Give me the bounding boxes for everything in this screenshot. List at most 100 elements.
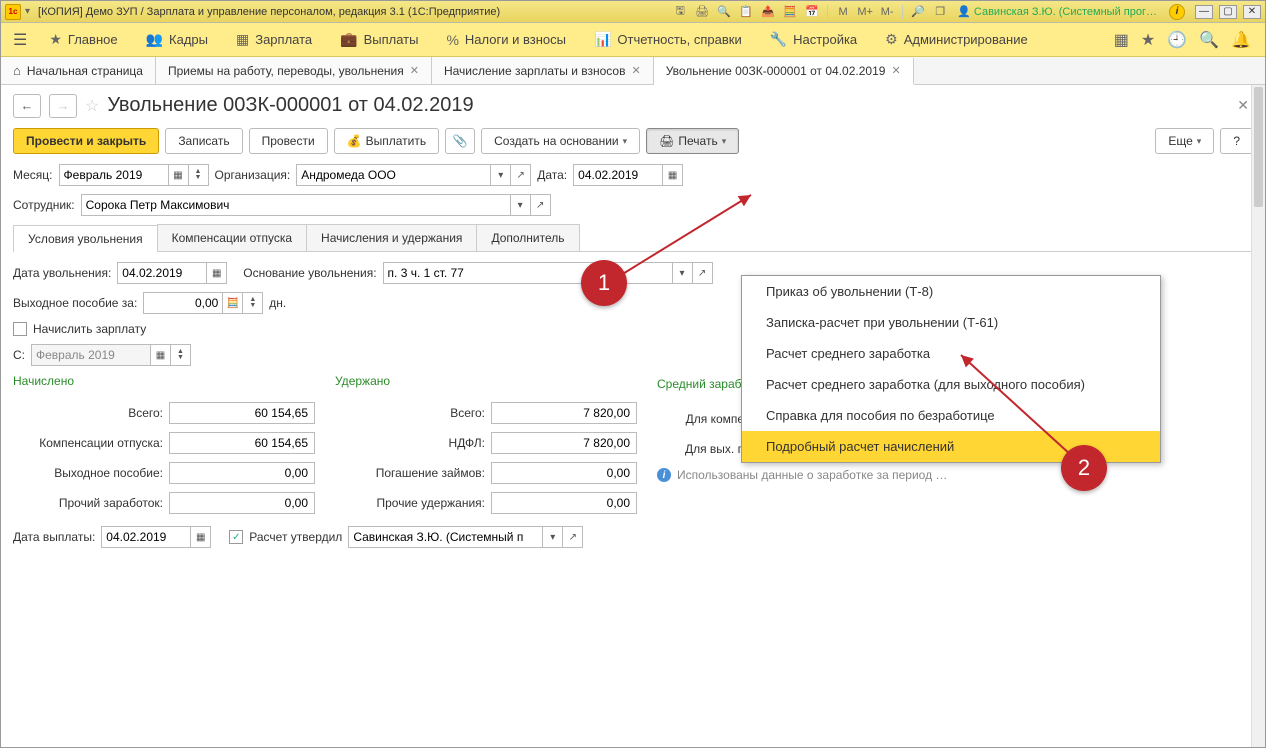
attach-button[interactable]: 📎 xyxy=(445,128,475,154)
calculator-icon[interactable]: 🧮 xyxy=(223,292,243,314)
apps-icon[interactable]: ▦ xyxy=(1114,30,1129,50)
employee-field[interactable]: Сорока Петр Максимович xyxy=(81,194,511,216)
history-icon[interactable]: 🕘 xyxy=(1167,30,1187,50)
calendar-icon[interactable]: 📅 xyxy=(803,3,821,21)
post-and-close-button[interactable]: Провести и закрыть xyxy=(13,128,159,154)
help-button[interactable]: ? xyxy=(1220,128,1253,154)
inner-tab-additional[interactable]: Дополнитель xyxy=(476,224,579,251)
maximize-button[interactable]: ▢ xyxy=(1219,5,1237,19)
nav-salary[interactable]: ▦Зарплата xyxy=(224,23,324,56)
print-menu-avg[interactable]: Расчет среднего заработка xyxy=(742,338,1160,369)
pay-button[interactable]: 💰Выплатить xyxy=(334,128,439,154)
minimize-button[interactable]: — xyxy=(1195,5,1213,19)
nav-payments[interactable]: 💼Выплаты xyxy=(328,23,430,56)
dropdown-icon[interactable]: ▾ xyxy=(511,194,531,216)
withheld-loan-label: Погашение займов: xyxy=(335,466,485,480)
tab-transfers[interactable]: Приемы на работу, переводы, увольнения✕ xyxy=(156,57,432,84)
close-icon[interactable]: ✕ xyxy=(631,64,640,77)
nav-reports[interactable]: 📊Отчетность, справки xyxy=(582,23,754,56)
dropdown-icon[interactable]: ▾ xyxy=(491,164,511,186)
inner-tab-accruals[interactable]: Начисления и удержания xyxy=(306,224,477,251)
accrue-salary-checkbox[interactable] xyxy=(13,322,27,336)
calendar-icon[interactable]: ▦ xyxy=(151,344,171,366)
nav-label: Зарплата xyxy=(255,32,312,47)
spinner-icon[interactable]: ▲▼ xyxy=(189,164,209,186)
withheld-loan-value[interactable]: 0,00 xyxy=(491,462,637,484)
menu-icon[interactable]: ☰ xyxy=(7,30,33,50)
inner-tab-compensation[interactable]: Компенсации отпуска xyxy=(157,224,307,251)
favorite-icon[interactable]: ★ xyxy=(1141,30,1155,50)
nav-taxes[interactable]: %Налоги и взносы xyxy=(434,23,578,56)
date-field[interactable]: 04.02.2019 xyxy=(573,164,663,186)
inner-tab-conditions[interactable]: Условия увольнения xyxy=(13,225,158,252)
m-plus-icon[interactable]: M+ xyxy=(856,3,874,21)
calendar-icon[interactable]: ▦ xyxy=(207,262,227,284)
create-from-button[interactable]: Создать на основании▾ xyxy=(481,128,640,154)
accrued-other-value[interactable]: 0,00 xyxy=(169,492,315,514)
close-icon[interactable]: ✕ xyxy=(891,64,900,77)
nav-main[interactable]: ★Главное xyxy=(37,23,129,56)
post-button[interactable]: Провести xyxy=(249,128,328,154)
print-menu-t61[interactable]: Записка-расчет при увольнении (Т-61) xyxy=(742,307,1160,338)
withheld-ndfl-value[interactable]: 7 820,00 xyxy=(491,432,637,454)
tab-home[interactable]: ⌂Начальная страница xyxy=(1,57,156,84)
severance-days-field[interactable]: 0,00 xyxy=(143,292,223,314)
basis-field[interactable]: п. 3 ч. 1 ст. 77 xyxy=(383,262,673,284)
accrued-comp-value[interactable]: 60 154,65 xyxy=(169,432,315,454)
approved-checkbox[interactable]: ✓ xyxy=(229,530,243,544)
tab-payroll[interactable]: Начисление зарплаты и взносов✕ xyxy=(432,57,654,84)
spinner-icon[interactable]: ▲▼ xyxy=(243,292,263,314)
zoom-icon[interactable]: 🔎 xyxy=(909,3,927,21)
print-menu-avg-sev[interactable]: Расчет среднего заработка (для выходного… xyxy=(742,369,1160,400)
print-button[interactable]: 🖨Печать▾ xyxy=(646,128,739,154)
preview-icon[interactable]: 🔍 xyxy=(715,3,733,21)
calculator-icon[interactable]: 🧮 xyxy=(781,3,799,21)
print-menu-t8[interactable]: Приказ об увольнении (Т-8) xyxy=(742,276,1160,307)
org-field[interactable]: Андромеда ООО xyxy=(296,164,491,186)
calendar-icon[interactable]: ▦ xyxy=(169,164,189,186)
compare-icon[interactable]: 📋 xyxy=(737,3,755,21)
open-icon[interactable]: ↗ xyxy=(693,262,713,284)
calendar-icon[interactable]: ▦ xyxy=(663,164,683,186)
search-icon[interactable]: 🔍 xyxy=(1199,30,1219,50)
dropdown-icon[interactable]: ▾ xyxy=(543,526,563,548)
caret-down-icon[interactable]: ▾ xyxy=(25,6,30,17)
forward-button[interactable]: → xyxy=(49,94,77,118)
nav-admin[interactable]: ⚙Администрирование xyxy=(873,23,1040,56)
nav-hr[interactable]: 👥Кадры xyxy=(134,23,220,56)
vertical-scrollbar[interactable] xyxy=(1251,85,1265,747)
favorite-toggle-icon[interactable]: ☆ xyxy=(85,96,99,116)
write-button[interactable]: Записать xyxy=(165,128,242,154)
annotation-callout-1: 1 xyxy=(581,260,627,306)
bell-icon[interactable]: 🔔 xyxy=(1231,30,1251,50)
open-icon[interactable]: ↗ xyxy=(511,164,531,186)
print-icon[interactable]: 🖨 xyxy=(693,3,711,21)
dismissal-date-field[interactable]: 04.02.2019 xyxy=(117,262,207,284)
close-icon[interactable]: ✕ xyxy=(410,64,419,77)
close-window-button[interactable]: ✕ xyxy=(1243,5,1261,19)
save-db-icon[interactable]: 🖫 xyxy=(671,3,689,21)
calendar-icon[interactable]: ▦ xyxy=(191,526,211,548)
accrued-total-value[interactable]: 60 154,65 xyxy=(169,402,315,424)
pay-date-field[interactable]: 04.02.2019 xyxy=(101,526,191,548)
dropdown-icon[interactable]: ▾ xyxy=(673,262,693,284)
month-field[interactable]: Февраль 2019 xyxy=(59,164,169,186)
spinner-icon[interactable]: ▲▼ xyxy=(171,344,191,366)
more-button[interactable]: Еще▾ xyxy=(1155,128,1214,154)
withheld-other-value[interactable]: 0,00 xyxy=(491,492,637,514)
m-icon[interactable]: M xyxy=(834,3,852,21)
tab-dismissal[interactable]: Увольнение 00ЗК-000001 от 04.02.2019✕ xyxy=(654,58,914,85)
current-user[interactable]: Савинская З.Ю. (Системный прог… xyxy=(957,5,1157,18)
nav-settings[interactable]: 🔧Настройка xyxy=(758,23,869,56)
open-icon[interactable]: ↗ xyxy=(531,194,551,216)
print-menu-unemployment[interactable]: Справка для пособия по безработице xyxy=(742,400,1160,431)
accrued-sev-value[interactable]: 0,00 xyxy=(169,462,315,484)
withheld-total-value[interactable]: 7 820,00 xyxy=(491,402,637,424)
approver-field[interactable]: Савинская З.Ю. (Системный п xyxy=(348,526,543,548)
export-icon[interactable]: 📤 xyxy=(759,3,777,21)
back-button[interactable]: ← xyxy=(13,94,41,118)
m-minus-icon[interactable]: M- xyxy=(878,3,896,21)
windows-icon[interactable]: ❐ xyxy=(931,3,949,21)
info-icon[interactable]: i xyxy=(1169,4,1185,20)
open-icon[interactable]: ↗ xyxy=(563,526,583,548)
